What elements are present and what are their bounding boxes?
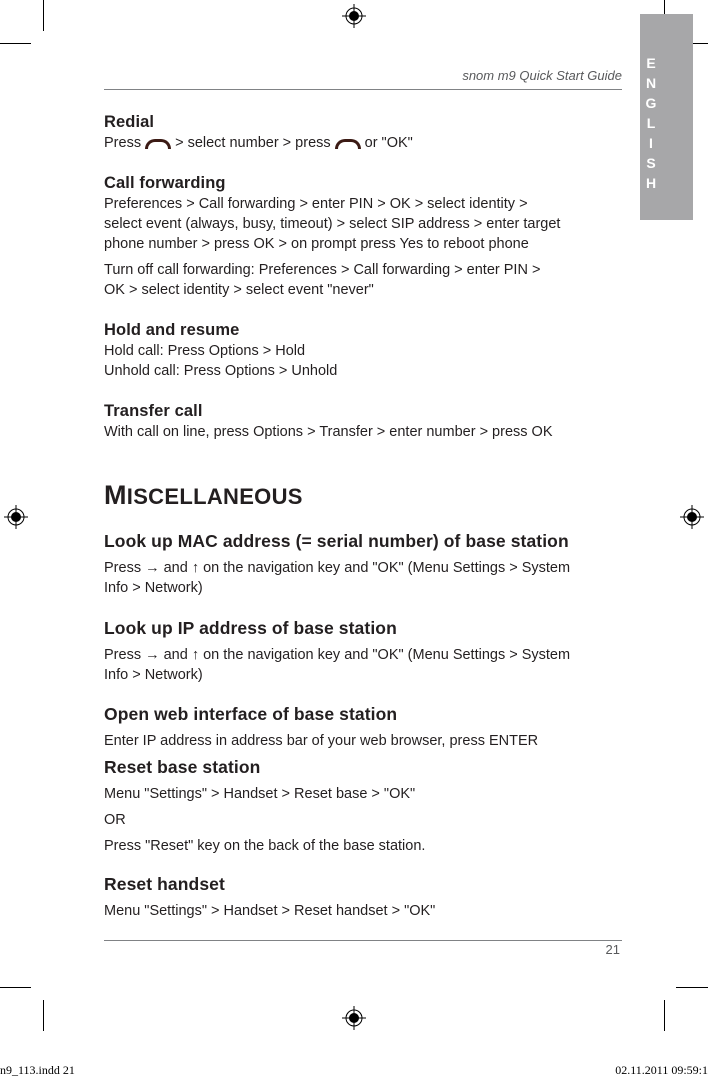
misc-item-text: Press → and ↑ on the navigation key and …: [104, 560, 571, 576]
section-text: Turn off call forwarding: Preferences > …: [104, 262, 541, 278]
misc-item: Reset handset Menu "Settings" > Handset …: [104, 874, 624, 921]
misc-item-text: OR: [104, 812, 126, 828]
misc-item-title: Open web interface of base station: [104, 704, 398, 724]
misc-item-text: Press "Reset" key on the back of the bas…: [104, 838, 426, 854]
running-header: snom m9 Quick Start Guide: [462, 68, 622, 83]
section-title: Redial: [104, 113, 155, 131]
misc-heading: MISCELLANEOUS: [104, 480, 303, 510]
section-title: Call forwarding: [104, 174, 226, 192]
section-text: Preferences > Call forwarding > enter PI…: [104, 196, 528, 212]
misc-item-title: Look up MAC address (= serial number) of…: [104, 531, 569, 551]
misc-item-text: Press → and ↑ on the navigation key and …: [104, 647, 571, 663]
registration-mark-icon: [4, 505, 28, 529]
misc-item-text: Info > Network): [104, 580, 203, 596]
section-text: phone number > press OK > on prompt pres…: [104, 236, 529, 252]
misc-item: Open web interface of base station Enter…: [104, 704, 624, 751]
misc-item: Look up IP address of base station Press…: [104, 618, 624, 685]
section-text: select event (always, busy, timeout) > s…: [104, 216, 561, 232]
section-call-forwarding: Call forwarding Preferences > Call forwa…: [104, 173, 624, 300]
language-tab: E N G L I S H: [640, 14, 693, 220]
crop-mark: [664, 1000, 665, 1031]
crop-mark: [676, 987, 708, 988]
page-content: Redial Press > select number > press or "O…: [104, 112, 624, 921]
language-letter: E: [646, 55, 656, 71]
crop-mark: [0, 987, 31, 988]
language-letter: S: [646, 155, 656, 171]
crop-mark: [0, 43, 31, 44]
section-text: Unhold call: Press Options > Unhold: [104, 363, 338, 379]
registration-mark-icon: [342, 4, 366, 28]
registration-mark-icon: [680, 505, 704, 529]
misc-item-title: Reset base station: [104, 757, 261, 777]
section-redial: Redial Press > select number > press or "O…: [104, 112, 624, 153]
crop-mark: [43, 0, 44, 31]
crop-mark: [43, 1000, 44, 1031]
header-rule: [104, 89, 622, 90]
language-letter: G: [645, 95, 657, 111]
misc-item-title: Reset handset: [104, 874, 225, 894]
section-text: OK > select identity > select event "nev…: [104, 282, 374, 298]
section-text: Hold call: Press Options > Hold: [104, 343, 306, 359]
misc-item-text: Menu "Settings" > Handset > Reset handse…: [104, 903, 436, 919]
section-title: Transfer call: [104, 402, 203, 420]
misc-item-title: Look up IP address of base station: [104, 618, 397, 638]
page-number: 21: [605, 942, 620, 957]
registration-mark-icon: [342, 1006, 366, 1030]
section-transfer: Transfer call With call on line, press O…: [104, 401, 624, 442]
footer-rule: [104, 940, 622, 941]
slug-filename: n9_113.indd 21: [0, 1063, 75, 1077]
section-text: Press > select number > press or "OK": [104, 135, 413, 151]
misc-item: Reset base station Menu "Settings" > Han…: [104, 757, 624, 856]
language-letter: H: [645, 175, 657, 191]
misc-item-text: Info > Network): [104, 667, 203, 683]
misc-item-text: Enter IP address in address bar of your …: [104, 733, 539, 749]
language-letter: I: [649, 135, 653, 151]
misc-item: Look up MAC address (= serial number) of…: [104, 531, 624, 598]
call-key-icon: [145, 139, 172, 149]
section-hold-resume: Hold and resume Hold call: Press Options…: [104, 320, 624, 381]
section-title: Hold and resume: [104, 321, 240, 339]
call-key-icon: [334, 139, 361, 149]
language-letter: L: [646, 115, 656, 131]
misc-item-text: Menu "Settings" > Handset > Reset base >…: [104, 786, 416, 802]
section-text: With call on line, press Options > Trans…: [104, 424, 553, 440]
slug-timestamp: 02.11.2011 09:59:1: [615, 1063, 708, 1077]
language-letter: N: [645, 75, 657, 91]
